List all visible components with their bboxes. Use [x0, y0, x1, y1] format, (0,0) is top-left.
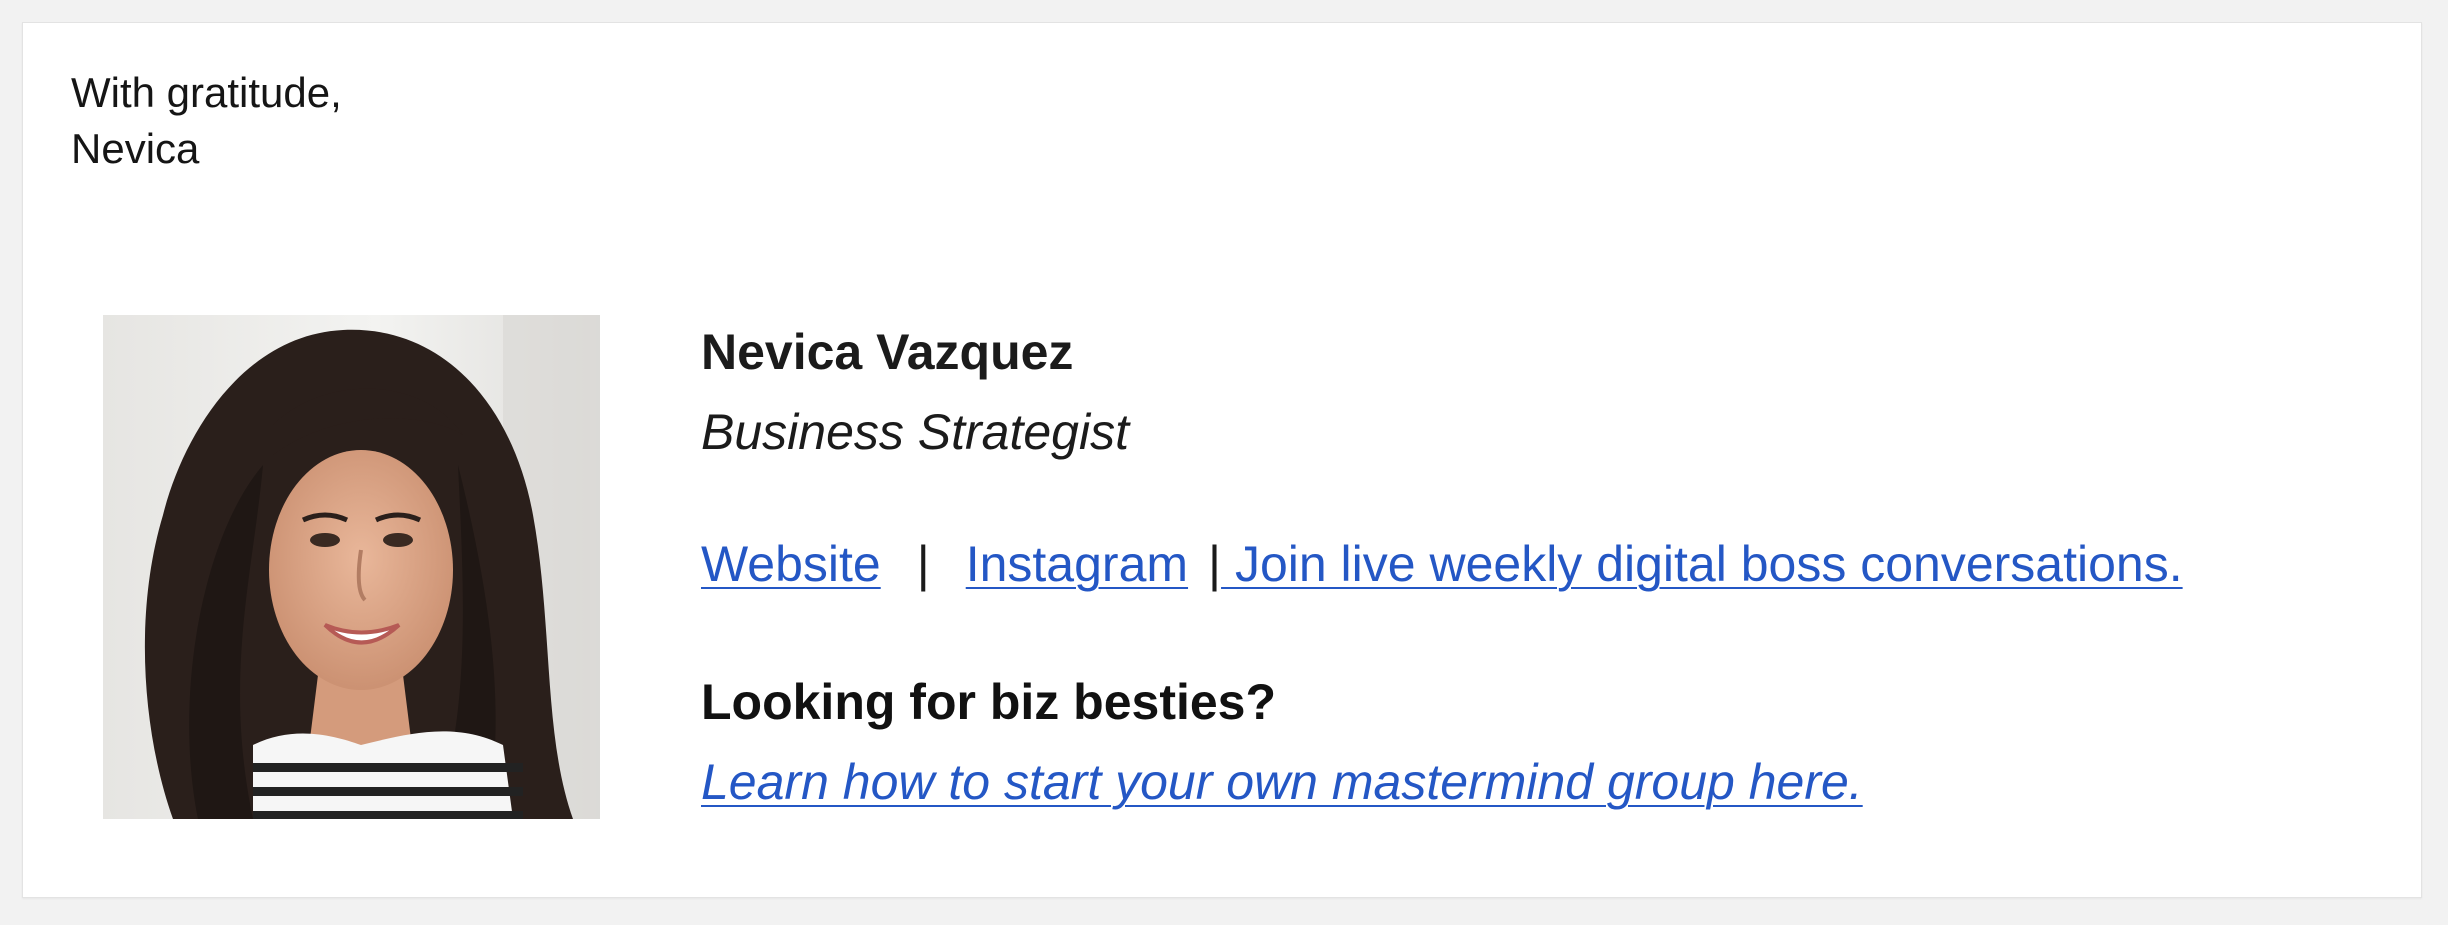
closing-phrase: With gratitude, — [71, 69, 342, 116]
link-separator: | — [916, 536, 930, 592]
signature-links: Website | Instagram | Join live weekly digi… — [701, 535, 2183, 593]
instagram-link[interactable]: Instagram — [966, 536, 1188, 592]
closing-signoff-name: Nevica — [71, 125, 200, 172]
profile-photo — [103, 315, 600, 819]
email-signature-card: With gratitude, Nevica Nevica Vazquez Bu… — [22, 22, 2422, 898]
mastermind-cta-link[interactable]: Learn how to start your own mastermind g… — [701, 753, 1863, 811]
signature-title: Business Strategist — [701, 404, 1129, 460]
profile-photo-portrait — [103, 315, 600, 819]
signature-name: Nevica Vazquez — [701, 324, 1074, 380]
website-link[interactable]: Website — [701, 536, 881, 592]
link-separator: | — [1208, 536, 1222, 592]
conversations-link[interactable]: Join live weekly digital boss conversati… — [1221, 536, 2183, 592]
signature-question: Looking for biz besties? — [701, 674, 1277, 730]
closing-greeting: With gratitude, Nevica — [71, 65, 342, 177]
